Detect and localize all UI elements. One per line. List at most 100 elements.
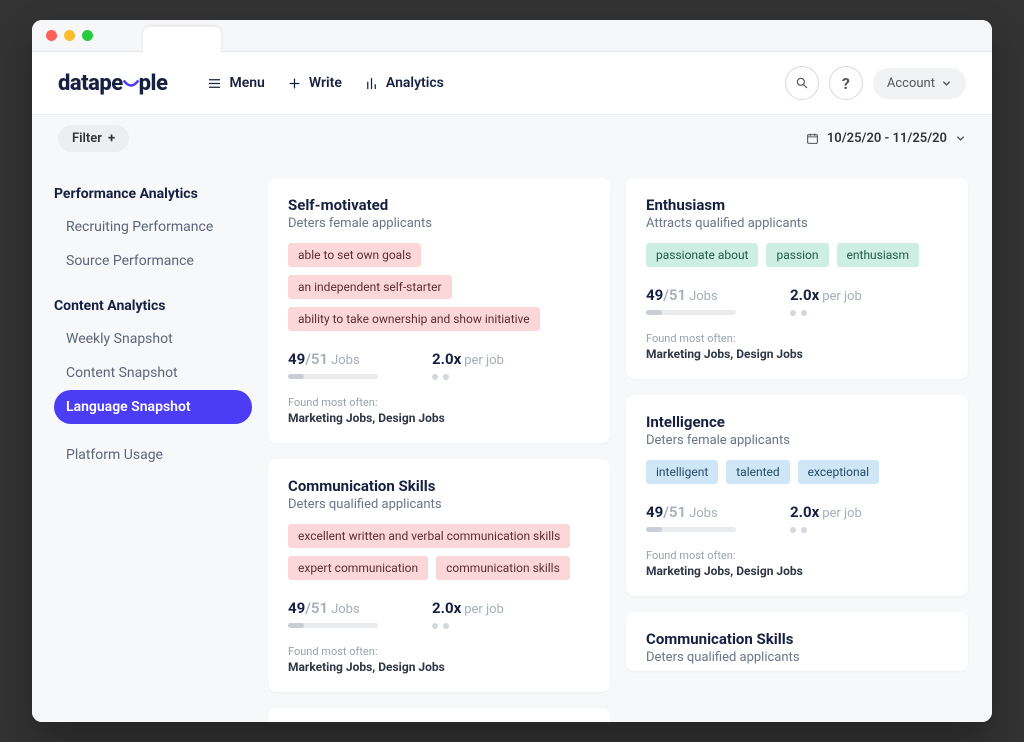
sidebar-heading-performance: Performance Analytics xyxy=(54,186,252,202)
language-card: EnthusiasmAttracts qualified applicantsp… xyxy=(626,178,968,379)
question-icon: ? xyxy=(842,74,850,93)
found-block: Found most often: Marketing Jobs, Design … xyxy=(646,332,948,361)
card-subtitle: Deters female applicants xyxy=(288,216,590,231)
card-subtitle: Deters qualified applicants xyxy=(646,650,948,665)
bar-chart-icon xyxy=(364,76,379,91)
card-stats: 49/51Jobs2.0xper job xyxy=(646,502,948,533)
logo-smile-icon xyxy=(121,73,141,93)
card-title: Self-motivated xyxy=(288,196,590,214)
search-button[interactable] xyxy=(785,66,819,100)
language-card: Communication SkillsDeters qualified app… xyxy=(268,459,610,692)
stat-jobs-unit: Jobs xyxy=(689,289,718,304)
stat-jobs-unit: Jobs xyxy=(331,602,360,617)
logo-text-b: ple xyxy=(139,71,168,96)
nav-write[interactable]: Write xyxy=(287,75,342,91)
stat-jobs-count: 49/51 xyxy=(646,503,686,521)
nav-analytics[interactable]: Analytics xyxy=(364,75,444,91)
chip: expert communication xyxy=(288,556,428,580)
main-nav: Menu Write Analytics xyxy=(207,75,443,91)
pager-dots xyxy=(790,310,862,316)
stat-jobs: 49/51Jobs xyxy=(646,285,736,316)
found-label: Found most often: xyxy=(646,549,948,562)
found-block: Found most often:Marketing Jobs, Design … xyxy=(288,396,590,425)
plus-icon xyxy=(287,76,302,91)
window-controls xyxy=(46,30,93,41)
found-block: Found most often: Marketing Jobs, Design … xyxy=(646,549,948,578)
chip: ability to take ownership and show initi… xyxy=(288,307,540,331)
stat-multiplier: 2.0xper job xyxy=(790,285,862,316)
stat-multiplier: 2.0xper job xyxy=(432,598,504,629)
sidebar-item[interactable]: Recruiting Performance xyxy=(54,210,252,244)
filter-bar: Filter + 10/25/20 - 11/25/20 xyxy=(32,115,992,162)
chip: exceptional xyxy=(798,460,879,484)
filter-button[interactable]: Filter + xyxy=(58,125,129,152)
browser-tab[interactable] xyxy=(142,26,222,52)
chip-list: able to set own goalsan independent self… xyxy=(288,243,590,331)
chip: able to set own goals xyxy=(288,243,421,267)
stat-multiplier: 2.0xper job xyxy=(432,349,504,380)
language-card: Self-motivated Deters female applicants ab… xyxy=(268,178,610,443)
sidebar-item[interactable]: Content Snapshot xyxy=(54,356,252,390)
found-label: Found most often: xyxy=(646,332,948,345)
sidebar: Performance Analytics Recruiting Perform… xyxy=(32,162,262,722)
nav-analytics-label: Analytics xyxy=(386,75,444,91)
stat-mult-unit: per job xyxy=(464,602,504,617)
language-card: Intelligence Deters female applicants inte… xyxy=(626,395,968,596)
pager-dots xyxy=(432,374,504,380)
app-window: datapeple Menu Write Analytics ? Account xyxy=(32,20,992,722)
card-subtitle: Deters female applicants xyxy=(646,433,948,448)
sidebar-heading-content: Content Analytics xyxy=(54,298,252,314)
chip-list: passionate aboutpassionenthusiasm xyxy=(646,243,948,267)
found-value: Marketing Jobs, Design Jobs xyxy=(288,411,590,425)
stat-mult-unit: per job xyxy=(464,353,504,368)
chip: intelligent xyxy=(646,460,718,484)
found-value: Marketing Jobs, Design Jobs xyxy=(646,564,948,578)
chip: excellent written and verbal communicati… xyxy=(288,524,570,548)
stat-jobs: 49/51Jobs xyxy=(288,598,378,629)
close-window-icon[interactable] xyxy=(46,30,57,41)
content-area: Self-motivated Deters female applicants ab… xyxy=(262,162,992,722)
chip: passion xyxy=(766,243,828,267)
chip: talented xyxy=(726,460,789,484)
card-title: Communication Skills xyxy=(288,477,590,495)
language-card: Communication Skills Deters qualified app… xyxy=(626,612,968,671)
account-menu[interactable]: Account xyxy=(873,68,966,99)
stat-jobs-unit: Jobs xyxy=(689,506,718,521)
sidebar-item[interactable]: Weekly Snapshot xyxy=(54,322,252,356)
app-header: datapeple Menu Write Analytics ? Account xyxy=(32,52,992,115)
chip: passionate about xyxy=(646,243,758,267)
stat-mult-unit: per job xyxy=(822,506,862,521)
hamburger-icon xyxy=(207,76,222,91)
stat-jobs: 49/51Jobs xyxy=(288,349,378,380)
progress-bar xyxy=(288,623,378,628)
stat-mult-value: 2.0x xyxy=(432,350,461,368)
stat-jobs: 49/51Jobs xyxy=(646,502,736,533)
calendar-icon xyxy=(806,132,819,145)
nav-menu-label: Menu xyxy=(229,75,264,91)
stat-jobs-count: 49/51 xyxy=(646,286,686,304)
found-value: Marketing Jobs, Design Jobs xyxy=(646,347,948,361)
progress-bar xyxy=(646,527,736,532)
card-peek xyxy=(268,708,610,722)
stat-mult-value: 2.0x xyxy=(432,599,461,617)
minimize-window-icon[interactable] xyxy=(64,30,75,41)
stat-mult-unit: per job xyxy=(822,289,862,304)
stat-jobs-unit: Jobs xyxy=(331,353,360,368)
chip-list: excellent written and verbal communicati… xyxy=(288,524,590,580)
sidebar-item[interactable]: Platform Usage xyxy=(54,438,252,472)
date-range-text: 10/25/20 - 11/25/20 xyxy=(827,131,947,146)
sidebar-item[interactable]: Language Snapshot xyxy=(54,390,252,424)
window-titlebar xyxy=(32,20,992,52)
nav-menu[interactable]: Menu xyxy=(207,75,264,91)
progress-bar xyxy=(288,374,378,379)
sidebar-item[interactable]: Source Performance xyxy=(54,244,252,278)
app-body: Performance Analytics Recruiting Perform… xyxy=(32,162,992,722)
card-title: Intelligence xyxy=(646,413,948,431)
card-title: Communication Skills xyxy=(646,630,948,648)
pager-dots xyxy=(432,623,504,629)
date-range-selector[interactable]: 10/25/20 - 11/25/20 xyxy=(806,131,966,146)
maximize-window-icon[interactable] xyxy=(82,30,93,41)
help-button[interactable]: ? xyxy=(829,66,863,100)
cards-column-left: Self-motivated Deters female applicants ab… xyxy=(268,178,610,722)
filter-label: Filter xyxy=(72,131,102,146)
